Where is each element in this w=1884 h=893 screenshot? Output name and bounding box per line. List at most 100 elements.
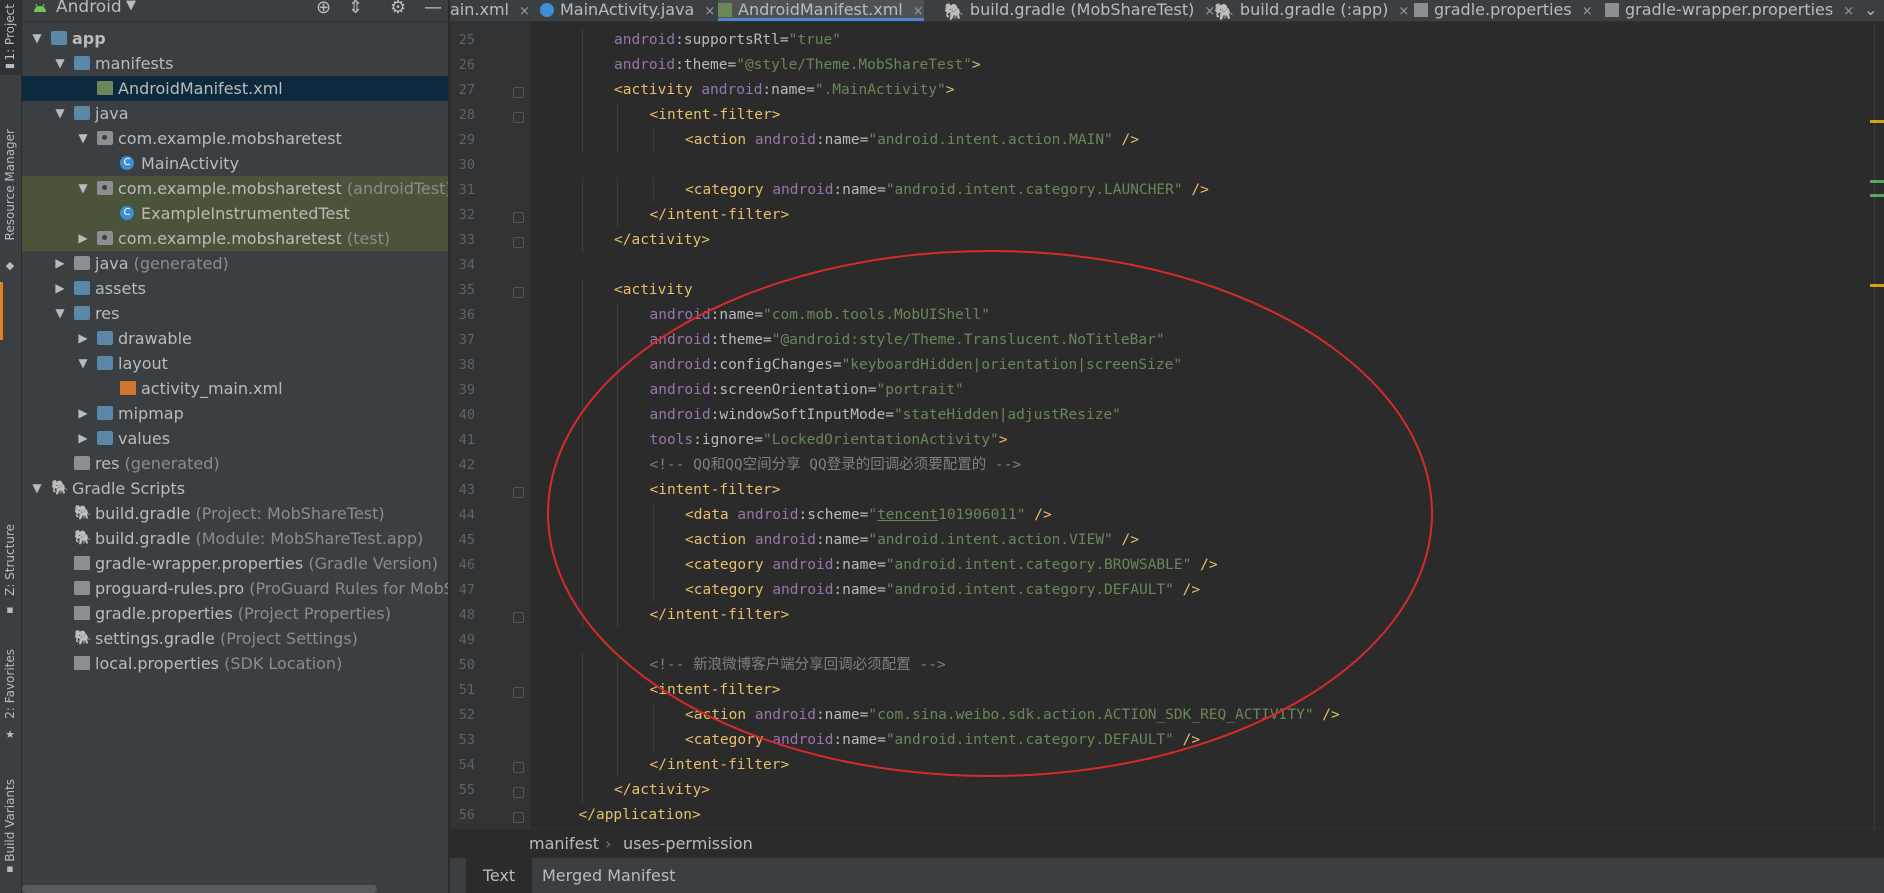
- chevron-right-icon[interactable]: ▶: [76, 426, 90, 451]
- code-line[interactable]: 32 </intent-filter>: [450, 203, 1884, 228]
- code-line[interactable]: 47 <category android:name="android.intent…: [450, 578, 1884, 603]
- code-line[interactable]: 37 android:theme="@android:style/Theme.Tr…: [450, 328, 1884, 353]
- close-icon[interactable]: ×: [519, 4, 530, 19]
- code-line[interactable]: 46 <category android:name="android.intent…: [450, 553, 1884, 578]
- code-line[interactable]: 35 <activity: [450, 278, 1884, 303]
- breadcrumb-manifest[interactable]: manifest: [529, 834, 599, 853]
- code-line[interactable]: 52 <action android:name="com.sina.weibo.s…: [450, 703, 1884, 728]
- code-line[interactable]: 56 </application>: [450, 803, 1884, 828]
- tree-item[interactable]: C ExampleInstrumentedTest: [22, 201, 448, 226]
- code-line[interactable]: 34: [450, 253, 1884, 278]
- code-line[interactable]: 39 android:screenOrientation="portrait": [450, 378, 1884, 403]
- chevron-down-icon[interactable]: ⌄: [1864, 0, 1877, 21]
- code-lines[interactable]: 25 android:supportsRtl="true" 26 android:th…: [450, 28, 1884, 828]
- editor-tab[interactable]: gradle-wrapper.properties ×: [1605, 0, 1854, 21]
- gear-icon[interactable]: ⚙: [390, 0, 406, 18]
- warning-stripe[interactable]: [1870, 284, 1884, 287]
- tree-item[interactable]: ▶ values: [22, 426, 448, 451]
- tree-item[interactable]: ▼ java: [22, 101, 448, 126]
- tree-item[interactable]: ▼ layout: [22, 351, 448, 376]
- code-line[interactable]: 43 <intent-filter>: [450, 478, 1884, 503]
- chevron-right-icon[interactable]: ▶: [76, 401, 90, 426]
- project-view-selector[interactable]: Android: [56, 0, 122, 17]
- editor-tab[interactable]: ain.xml ×: [450, 0, 530, 21]
- code-line[interactable]: 51 <intent-filter>: [450, 678, 1884, 703]
- chevron-right-icon[interactable]: ▶: [76, 326, 90, 351]
- code-line[interactable]: 41 tools:ignore="LockedOrientationActivit…: [450, 428, 1884, 453]
- chevron-down-icon[interactable]: ▼: [30, 26, 44, 51]
- tree-item[interactable]: ▼ com.example.mobsharetest: [22, 126, 448, 151]
- breadcrumb-uses-permission[interactable]: uses-permission: [623, 834, 753, 853]
- chevron-down-icon[interactable]: ▼: [53, 51, 67, 76]
- code-line[interactable]: 44 <data android:scheme="tencent101906011…: [450, 503, 1884, 528]
- chevron-down-icon[interactable]: ▼: [76, 126, 90, 151]
- tree-item[interactable]: ▼ res: [22, 301, 448, 326]
- close-icon[interactable]: ×: [1398, 4, 1409, 19]
- code-line[interactable]: 33 </activity>: [450, 228, 1884, 253]
- tree-item[interactable]: ▶ com.example.mobsharetest (test): [22, 226, 448, 251]
- chevron-down-icon[interactable]: ▼: [53, 101, 67, 126]
- editor-tab[interactable]: AndroidManifest.xml ×: [718, 0, 924, 21]
- tree-item[interactable]: activity_main.xml: [22, 376, 448, 401]
- chevron-down-icon[interactable]: ▼: [76, 351, 90, 376]
- code-line[interactable]: 42 <!-- QQ和QQ空间分享 QQ登录的回调必须要配置的 -->: [450, 453, 1884, 478]
- code-line[interactable]: 48 </intent-filter>: [450, 603, 1884, 628]
- fold-marker-icon[interactable]: [513, 762, 524, 773]
- favorites-tool-tab[interactable]: 2: Favorites ★: [0, 645, 21, 745]
- editor-tab[interactable]: MainActivity.java ×: [540, 0, 715, 21]
- tree-item[interactable]: 🐘 build.gradle (Project: MobShareTest): [22, 501, 448, 526]
- chevron-right-icon[interactable]: ▶: [76, 226, 90, 251]
- code-line[interactable]: 25 android:supportsRtl="true": [450, 28, 1884, 53]
- build-variants-tool-tab[interactable]: Build Variants ▪: [0, 775, 21, 880]
- editor-tab[interactable]: gradle.properties ×: [1414, 0, 1593, 21]
- change-stripe[interactable]: [1870, 180, 1884, 183]
- tree-item[interactable]: 🐘 settings.gradle (Project Settings): [22, 626, 448, 651]
- fold-marker-icon[interactable]: [513, 112, 524, 123]
- code-line[interactable]: 26 android:theme="@style/Theme.MobShareTe…: [450, 53, 1884, 78]
- code-line[interactable]: 50 <!-- 新浪微博客户端分享回调必须配置 -->: [450, 653, 1884, 678]
- fold-marker-icon[interactable]: [513, 687, 524, 698]
- chevron-down-icon[interactable]: ▼: [53, 301, 67, 326]
- code-line[interactable]: 30: [450, 153, 1884, 178]
- editor-tab[interactable]: 🐘 build.gradle (MobShareTest) ×: [944, 0, 1215, 21]
- fold-marker-icon[interactable]: [513, 87, 524, 98]
- tree-item[interactable]: ▶ assets: [22, 276, 448, 301]
- resource-manager-tool-tab[interactable]: Resource Manager ◆: [0, 125, 21, 275]
- structure-tool-tab[interactable]: Z: Structure ▪: [0, 520, 21, 620]
- code-line[interactable]: 38 android:configChanges="keyboardHidden|…: [450, 353, 1884, 378]
- tree-item[interactable]: ▼ com.example.mobsharetest (androidTest): [22, 176, 448, 201]
- tree-item[interactable]: AndroidManifest.xml: [22, 76, 448, 101]
- collapse-all-icon[interactable]: ⇕: [348, 0, 363, 18]
- tree-item[interactable]: 🐘 build.gradle (Module: MobShareTest.app): [22, 526, 448, 551]
- fold-marker-icon[interactable]: [513, 237, 524, 248]
- tree-item[interactable]: ▶ java (generated): [22, 251, 448, 276]
- hide-icon[interactable]: —: [424, 0, 442, 18]
- fold-marker-icon[interactable]: [513, 812, 524, 823]
- close-icon[interactable]: ×: [704, 4, 715, 19]
- tab-text[interactable]: Text: [466, 858, 532, 893]
- tree-item[interactable]: ▼ app: [22, 26, 448, 51]
- chevron-down-icon[interactable]: ▼: [126, 0, 136, 13]
- code-line[interactable]: 40 android:windowSoftInputMode="stateHidd…: [450, 403, 1884, 428]
- close-icon[interactable]: ×: [913, 4, 924, 19]
- code-line[interactable]: 36 android:name="com.mob.tools.MobUIShell…: [450, 303, 1884, 328]
- code-line[interactable]: 29 <action android:name="android.intent.a…: [450, 128, 1884, 153]
- tree-item[interactable]: C MainActivity: [22, 151, 448, 176]
- code-line[interactable]: 54 </intent-filter>: [450, 753, 1884, 778]
- close-icon[interactable]: ×: [1582, 4, 1593, 19]
- fold-marker-icon[interactable]: [513, 287, 524, 298]
- chevron-right-icon[interactable]: ▶: [53, 251, 67, 276]
- tree-item[interactable]: ▼ manifests: [22, 51, 448, 76]
- change-stripe[interactable]: [1870, 194, 1884, 197]
- fold-marker-icon[interactable]: [513, 212, 524, 223]
- tree-item[interactable]: res (generated): [22, 451, 448, 476]
- chevron-down-icon[interactable]: ▼: [76, 176, 90, 201]
- tab-merged-manifest[interactable]: Merged Manifest: [542, 858, 675, 893]
- tree-item[interactable]: gradle.properties (Project Properties): [22, 601, 448, 626]
- code-line[interactable]: 49: [450, 628, 1884, 653]
- code-line[interactable]: 31 <category android:name="android.intent…: [450, 178, 1884, 203]
- fold-marker-icon[interactable]: [513, 487, 524, 498]
- fold-marker-icon[interactable]: [513, 612, 524, 623]
- code-line[interactable]: 53 <category android:name="android.intent…: [450, 728, 1884, 753]
- tree-item[interactable]: local.properties (SDK Location): [22, 651, 448, 676]
